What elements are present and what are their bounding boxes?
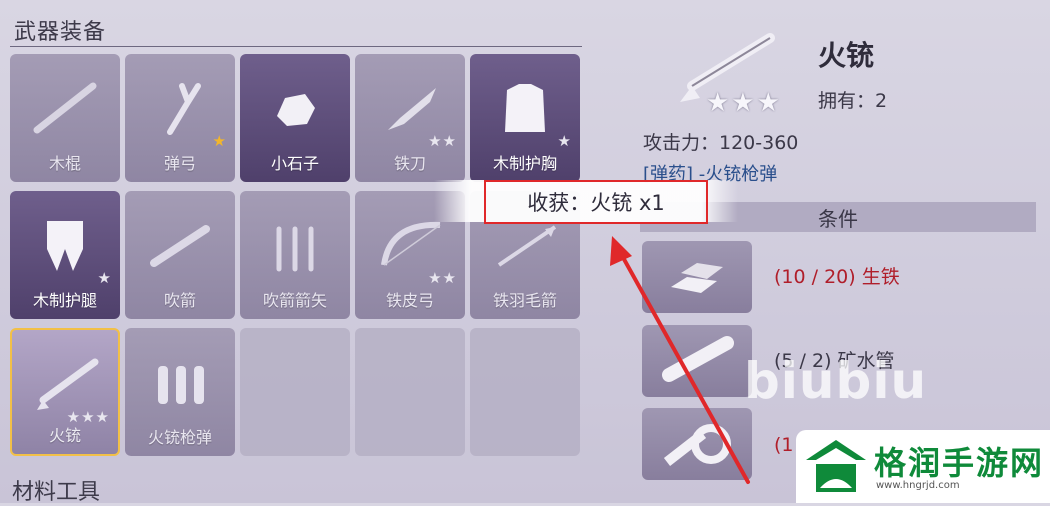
slot-7[interactable]: 吹箭箭矢 [240,191,350,319]
watermark: biubiu [744,352,928,410]
darts-icon [276,226,314,272]
bullets-icon [158,366,204,404]
slot-stars: ★★ [428,269,457,287]
slot-label: 弹弓 [163,154,196,173]
empty-slot[interactable] [240,328,350,456]
empty-slot[interactable] [470,328,580,456]
attack-stat: 攻击力：120-360 [643,132,799,154]
slot-stars: ★★ [428,132,457,150]
owned-count: 拥有：2 [818,90,888,112]
item-title: 火铳 [818,39,875,72]
materials-section-title: 材料工具 [12,480,101,505]
slot-label: 铁刀 [393,154,426,173]
brand-name: 格润手游网 [874,444,1045,482]
slot-6[interactable]: 吹箭 [125,191,235,319]
slot-stars: ★ [212,132,227,150]
slot-3[interactable]: ★★ 铁刀 [355,54,465,182]
weapons-section-title: 武器装备 [14,20,107,45]
pebble-icon [277,94,315,126]
tape-icon [663,424,731,466]
harvest-text: 收获：火铳 x1 [484,180,708,224]
slot-10[interactable]: ★★★ 火铳 [10,328,120,456]
empty-slot[interactable] [355,328,465,456]
slot-0[interactable]: 木棍 [10,54,120,182]
rarity-stars: ★★★ [706,88,782,118]
slot-stars: ★ [97,269,112,287]
slot-label: 木制护腿 [32,291,97,310]
slot-label: 火铳枪弹 [147,428,212,447]
material-req-iron: (10 / 20) 生铁 [774,266,900,288]
chest-armor-icon [505,84,545,132]
brand-badge: 格润手游网 www.hngrjd.com [796,430,1050,503]
slot-11[interactable]: 火铳枪弹 [125,328,235,456]
slot-label: 小石子 [270,154,319,173]
slot-label: 木棍 [48,154,81,173]
blowgun-icon [150,225,210,267]
section-divider [10,46,582,47]
brand-logo-icon [806,440,866,492]
material-slot-pipe[interactable] [642,325,752,397]
slot-stars: ★ [557,132,572,150]
slot-label: 木制护胸 [492,154,557,173]
stick-icon [33,82,97,134]
slingshot-icon [167,83,201,135]
leg-armor-icon [47,221,83,271]
material-slot-tape[interactable] [642,408,752,480]
slot-label: 铁皮弓 [385,291,434,310]
brand-url: www.hngrjd.com [876,480,960,491]
slot-4[interactable]: ★ 木制护胸 [470,54,580,182]
slot-1[interactable]: ★ 弹弓 [125,54,235,182]
slot-label: 吹箭 [163,291,196,310]
slot-label: 铁羽毛箭 [492,291,557,310]
slot-5[interactable]: ★ 木制护腿 [10,191,120,319]
slot-stars: ★★★ [66,408,110,426]
slot-label: 吹箭箭矢 [262,291,327,310]
material-slot-iron[interactable] [642,241,752,313]
iron-ingot-icon [671,263,723,293]
slot-2[interactable]: 小石子 [240,54,350,182]
pipe-icon [662,336,734,382]
